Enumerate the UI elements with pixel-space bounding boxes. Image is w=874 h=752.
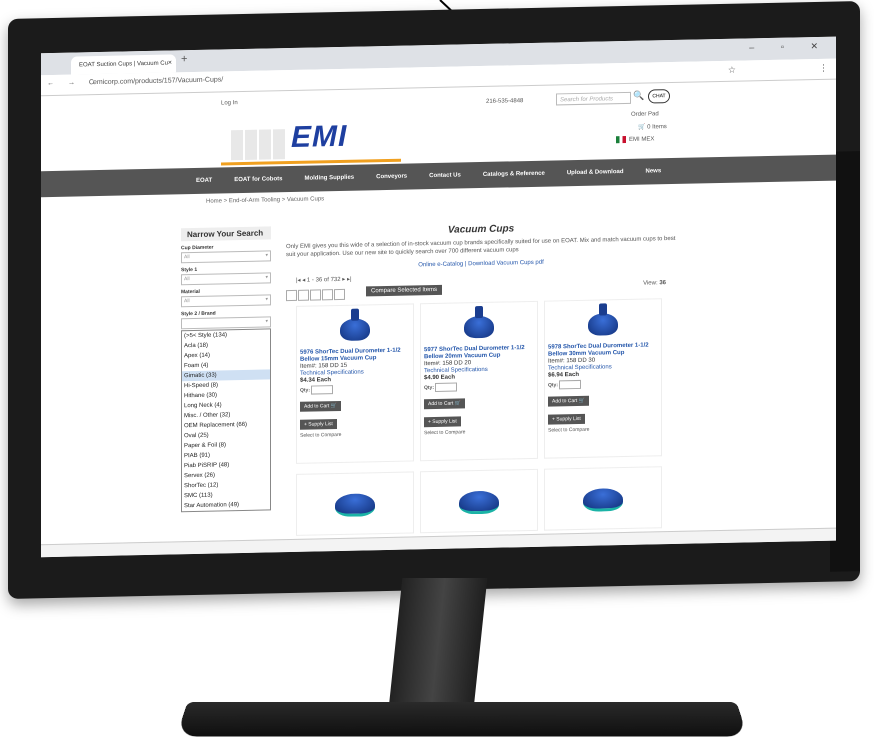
close-icon[interactable]: × (168, 54, 172, 72)
nav-buttons[interactable]: ← → C (47, 79, 100, 87)
monitor-stand-neck (387, 578, 488, 718)
select-to-compare[interactable]: Select to Compare (300, 431, 410, 439)
nav-item-eoat-cobots[interactable]: EOAT for Cobots (234, 175, 282, 184)
search-icon[interactable]: 🔍 (633, 91, 644, 102)
window-controls[interactable]: – ▫ ✕ (749, 41, 830, 54)
vacuum-cup-image (459, 490, 499, 515)
add-to-cart-button[interactable]: Add to Cart 🛒 (548, 395, 589, 407)
url-field[interactable]: emicorp.com/products/157/Vacuum-Cups/ (93, 76, 223, 86)
product-card[interactable]: 5976 ShorTec Dual Durometer 1-1/2 Bellow… (296, 303, 414, 464)
product-price: $4.34 Each (300, 377, 332, 384)
supply-list-button[interactable]: + Supply List (300, 419, 337, 430)
star-icon[interactable]: ☆ (728, 65, 736, 76)
filter-select[interactable]: All (181, 250, 271, 264)
filter-select[interactable] (181, 316, 271, 330)
nav-item-eoat[interactable]: EOAT (196, 177, 212, 185)
main-content: Vacuum Cups Only EMI gives you this wide… (286, 218, 676, 536)
select-to-compare[interactable]: Select to Compare (548, 425, 658, 434)
view-label: View: (643, 280, 658, 287)
brand-dropdown-list: (>5< Style (134) Acla (18) Apex (14) Foam (… (181, 328, 271, 513)
nav-item-conveyors[interactable]: Conveyors (376, 173, 407, 182)
qty-label: Qty: (300, 387, 310, 394)
filter-select[interactable]: All (181, 272, 271, 286)
filter-select[interactable]: All (181, 294, 271, 308)
product-card[interactable] (420, 468, 538, 534)
add-to-cart-button[interactable]: Add to Cart 🛒 (300, 400, 341, 412)
vacuum-cup-image (335, 493, 375, 518)
qty-input[interactable] (559, 379, 582, 390)
qty-input[interactable] (311, 385, 334, 395)
product-card[interactable] (544, 466, 662, 531)
vacuum-cup-image (340, 318, 370, 341)
nav-item-upload[interactable]: Upload & Download (567, 168, 624, 177)
brand-option[interactable]: Star Automation (49) (182, 499, 270, 511)
vacuum-cup-image (583, 488, 623, 512)
product-price: $6.94 Each (548, 371, 580, 379)
new-tab-button[interactable]: + (181, 53, 187, 65)
search-input[interactable]: Search for Products (556, 91, 631, 106)
nav-item-catalogs[interactable]: Catalogs & Reference (483, 170, 545, 179)
compare-slot (310, 289, 321, 301)
qty-field[interactable]: Qty: (300, 384, 410, 395)
product-grid-row-2 (296, 460, 676, 536)
tab-title: EOAT Suction Cups | Vacuum Cu (79, 60, 168, 69)
compare-slot (334, 288, 345, 301)
compare-slot (286, 289, 297, 302)
qty-field[interactable]: Qty: (548, 378, 658, 390)
qty-label: Qty: (548, 382, 558, 389)
mexico-flag-icon (616, 135, 626, 144)
product-card[interactable] (296, 471, 414, 536)
nav-item-contact[interactable]: Contact Us (429, 171, 461, 180)
screen: EOAT Suction Cups | Vacuum Cu × + – ▫ ✕ … (41, 36, 836, 558)
compare-slot (298, 289, 309, 301)
chat-icon[interactable]: CHAT (648, 89, 670, 104)
emi-mex-link[interactable]: EMI MEX (616, 135, 655, 144)
browser-tab[interactable]: EOAT Suction Cups | Vacuum Cu × (71, 54, 176, 75)
supply-list-button[interactable]: + Supply List (424, 416, 461, 428)
product-card[interactable]: 5977 ShorTec Dual Durometer 1-1/2 Bellow… (420, 300, 538, 462)
qty-field[interactable]: Qty: (424, 381, 534, 392)
vacuum-cup-image (588, 313, 618, 336)
monitor-stand-base (176, 702, 748, 737)
view-selector[interactable]: View: 36 (643, 280, 666, 286)
sidebar-title: Narrow Your Search (181, 226, 271, 242)
qty-label: Qty: (424, 384, 434, 392)
compare-button[interactable]: Compare Selected Items (366, 284, 443, 297)
qty-input[interactable] (435, 382, 458, 392)
logo[interactable]: EMI (291, 120, 347, 155)
product-price: $4.90 Each (424, 374, 456, 382)
add-to-cart-button[interactable]: Add to Cart 🛒 (424, 398, 465, 410)
supply-list-button[interactable]: + Supply List (548, 413, 585, 425)
nav-item-news[interactable]: News (646, 167, 662, 175)
order-pad-link[interactable]: Order Pad (631, 111, 659, 118)
monitor: EOAT Suction Cups | Vacuum Cu × + – ▫ ✕ … (8, 1, 860, 599)
intro-text: Only EMI gives you this wide of a select… (286, 235, 676, 259)
catalog-links[interactable]: Online e-Catalog | Download Vacuum Cups … (286, 257, 676, 271)
select-to-compare[interactable]: Select to Compare (424, 428, 534, 436)
product-card[interactable]: 5978 ShorTec Dual Durometer 1-1/2 Bellow… (544, 298, 662, 459)
cart-link[interactable]: 🛒 0 Items (638, 123, 667, 131)
filter-sidebar: Narrow Your Search Cup Diameter All Styl… (181, 226, 271, 513)
emi-mex-label: EMI MEX (629, 136, 655, 143)
login-link[interactable]: Log In (221, 100, 238, 106)
vacuum-cup-image (464, 315, 494, 339)
nav-item-molding[interactable]: Molding Supplies (304, 174, 354, 183)
menu-icon[interactable]: ⋮ (819, 63, 828, 74)
product-grid: 5976 ShorTec Dual Durometer 1-1/2 Bellow… (296, 298, 676, 464)
compare-slot (322, 289, 333, 301)
phone-number: 216-535-4848 (486, 98, 524, 105)
view-value[interactable]: 36 (659, 280, 666, 286)
logo-pattern (231, 129, 286, 161)
